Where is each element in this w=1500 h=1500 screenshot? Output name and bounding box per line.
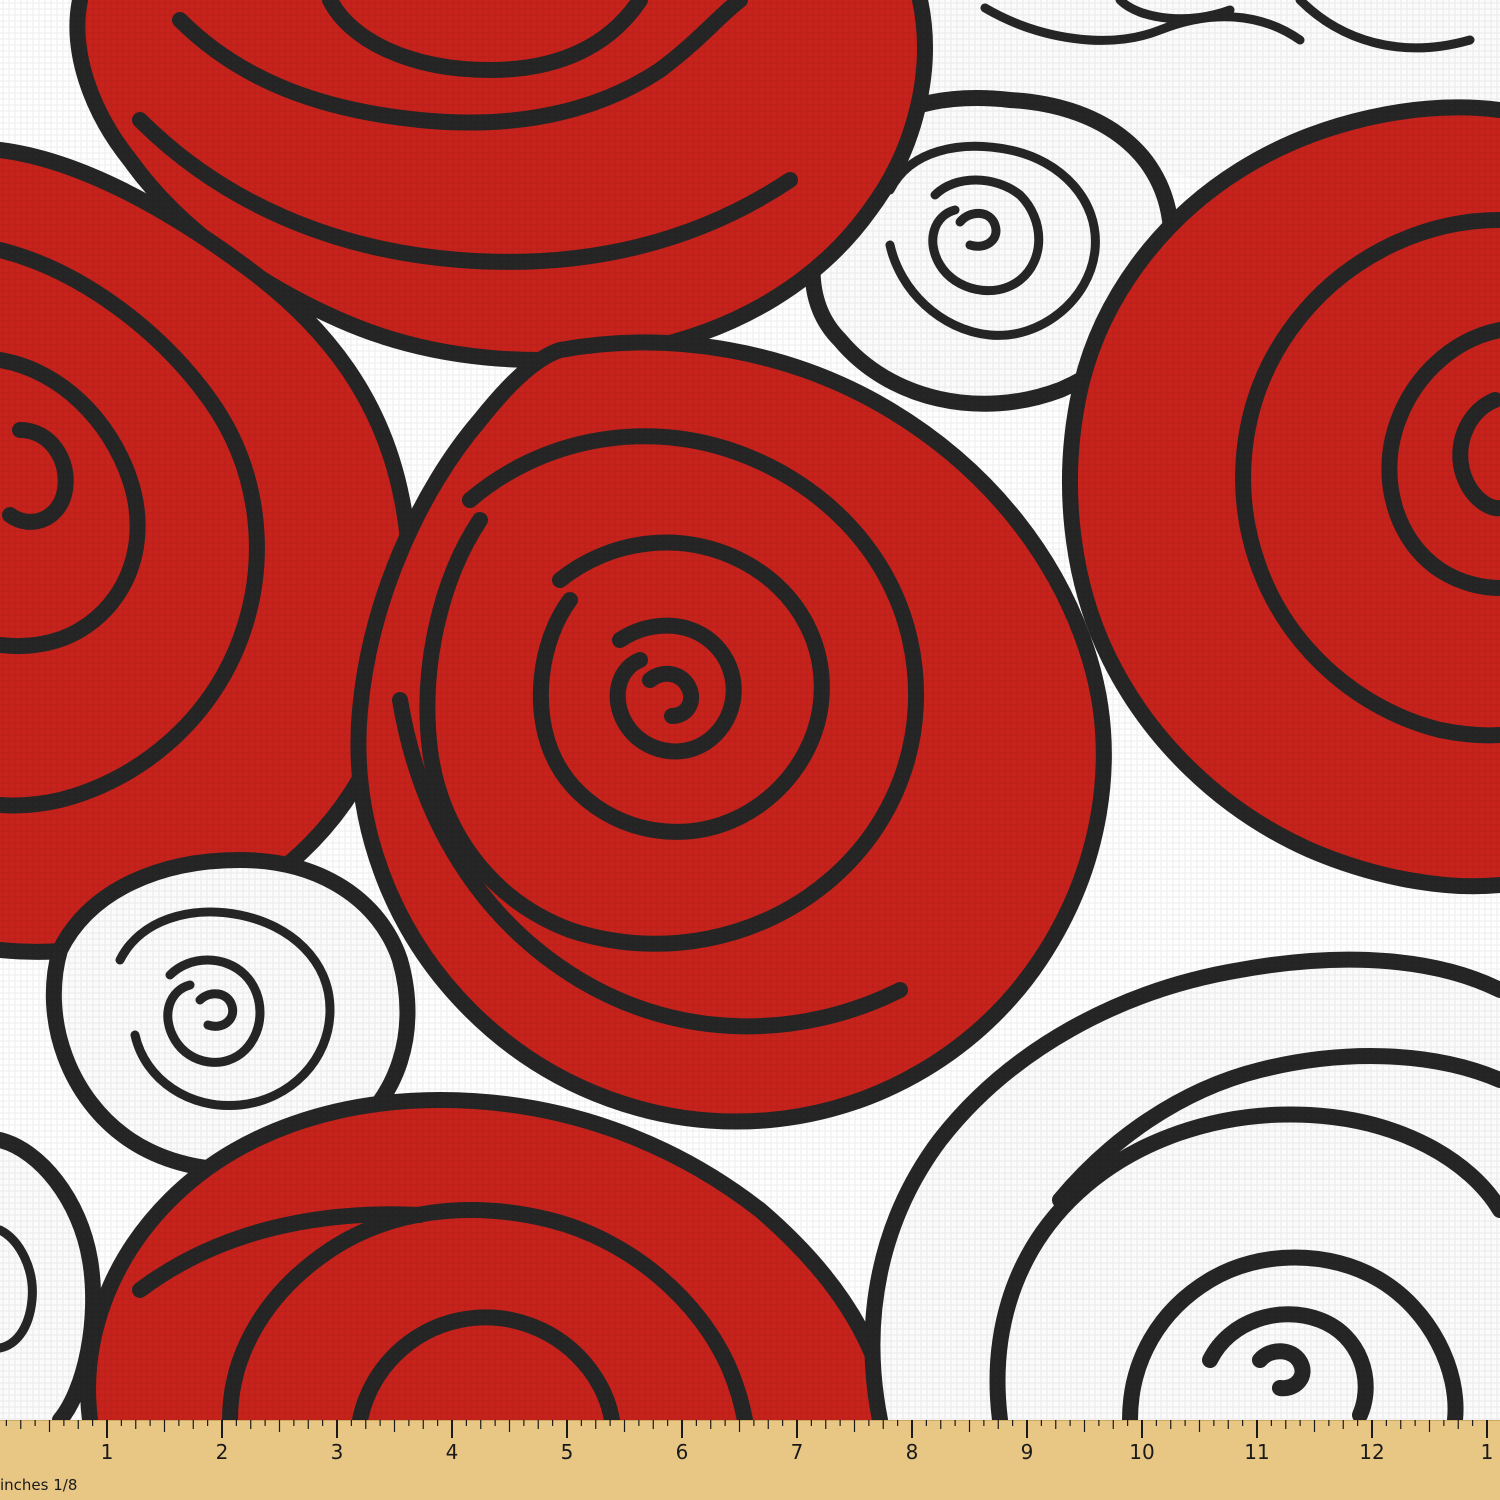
ruler-wood-surface <box>0 1420 1500 1500</box>
weave-texture-overlay <box>0 0 1500 1420</box>
ruler-body <box>0 1420 1500 1500</box>
fabric-swatch-scene: 1 2 3 4 5 6 7 8 9 10 11 12 1 inches 1/8 <box>0 0 1500 1500</box>
measuring-ruler: 1 2 3 4 5 6 7 8 9 10 11 12 1 inches 1/8 <box>0 1420 1500 1500</box>
rose-pattern-fabric <box>0 0 1500 1500</box>
